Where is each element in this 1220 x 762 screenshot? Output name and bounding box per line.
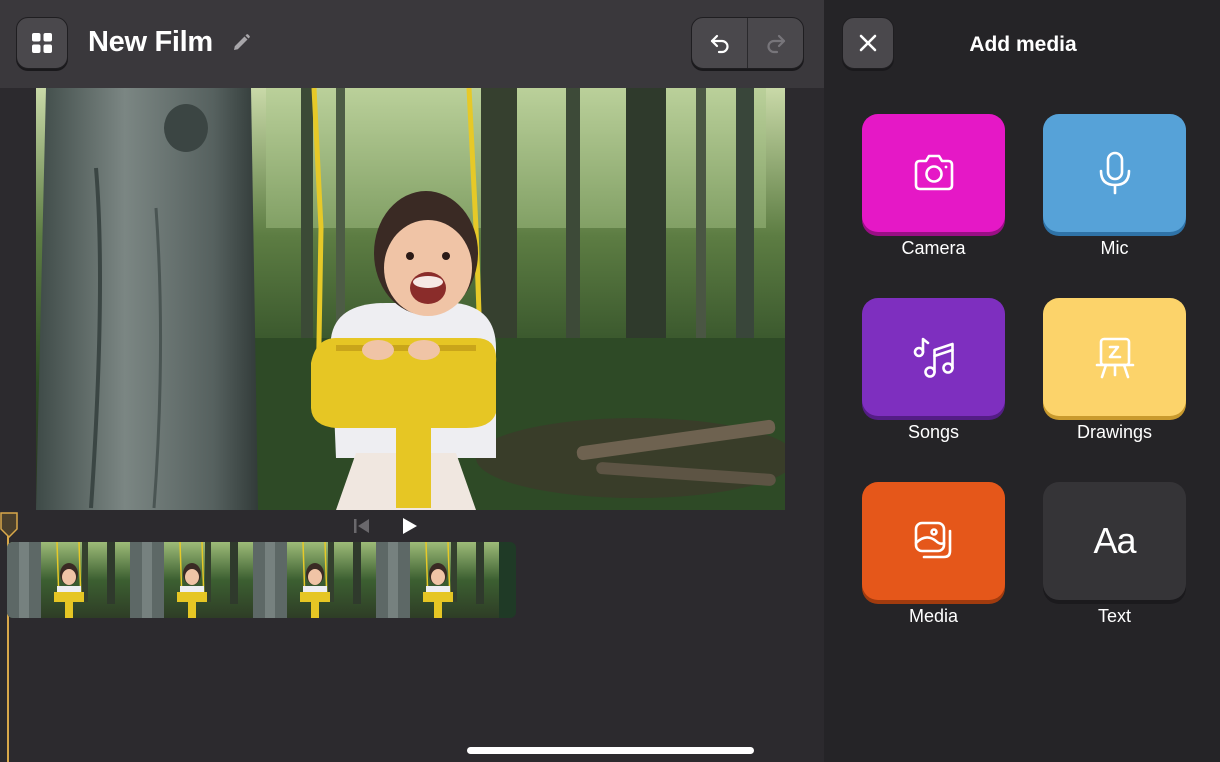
editor-area: New Film [0, 0, 824, 762]
media-label: Media [908, 606, 959, 626]
photo-stack-icon [914, 521, 951, 559]
skip-to-start-button[interactable] [353, 518, 371, 539]
pencil-icon[interactable] [231, 33, 251, 53]
grid-icon [32, 33, 52, 53]
film-title[interactable]: New Film [88, 26, 213, 59]
history-controls [691, 17, 804, 69]
play-button[interactable] [402, 517, 418, 540]
clip-thumbnails [7, 542, 500, 618]
mic-tile[interactable] [1043, 114, 1186, 232]
add-media-panel: Add media Camera Mic Songs Drawings Medi… [824, 0, 1220, 762]
text-aa-icon: Aa [1093, 520, 1136, 561]
camera-tile[interactable] [862, 114, 1005, 232]
drawings-label: Drawings [1076, 422, 1153, 442]
skip-to-start-icon [354, 519, 369, 533]
text-label: Text [1097, 606, 1131, 626]
video-clip[interactable] [7, 542, 516, 618]
easel-icon [1095, 337, 1134, 379]
transport-controls [0, 510, 824, 542]
undo-button[interactable] [692, 18, 747, 68]
text-tile[interactable]: Aa [1043, 482, 1186, 600]
editor-toolbar: New Film [0, 0, 824, 88]
projects-button[interactable] [16, 17, 68, 69]
songs-label: Songs [907, 422, 960, 442]
playhead-handle[interactable] [0, 512, 18, 538]
video-preview[interactable] [36, 88, 785, 510]
redo-button[interactable] [748, 18, 803, 68]
camera-label: Camera [901, 238, 966, 258]
music-notes-icon [913, 337, 954, 378]
songs-tile[interactable] [862, 298, 1005, 416]
microphone-icon [1099, 151, 1130, 195]
mic-label: Mic [1100, 238, 1129, 258]
drawings-tile[interactable] [1043, 298, 1186, 416]
panel-title: Add media [969, 33, 1077, 56]
media-tile[interactable] [862, 482, 1005, 600]
redo-icon [766, 34, 785, 54]
home-indicator [467, 747, 754, 754]
undo-icon [710, 34, 729, 54]
camera-icon [914, 154, 953, 191]
preview-image [36, 88, 785, 510]
play-icon [403, 518, 417, 534]
